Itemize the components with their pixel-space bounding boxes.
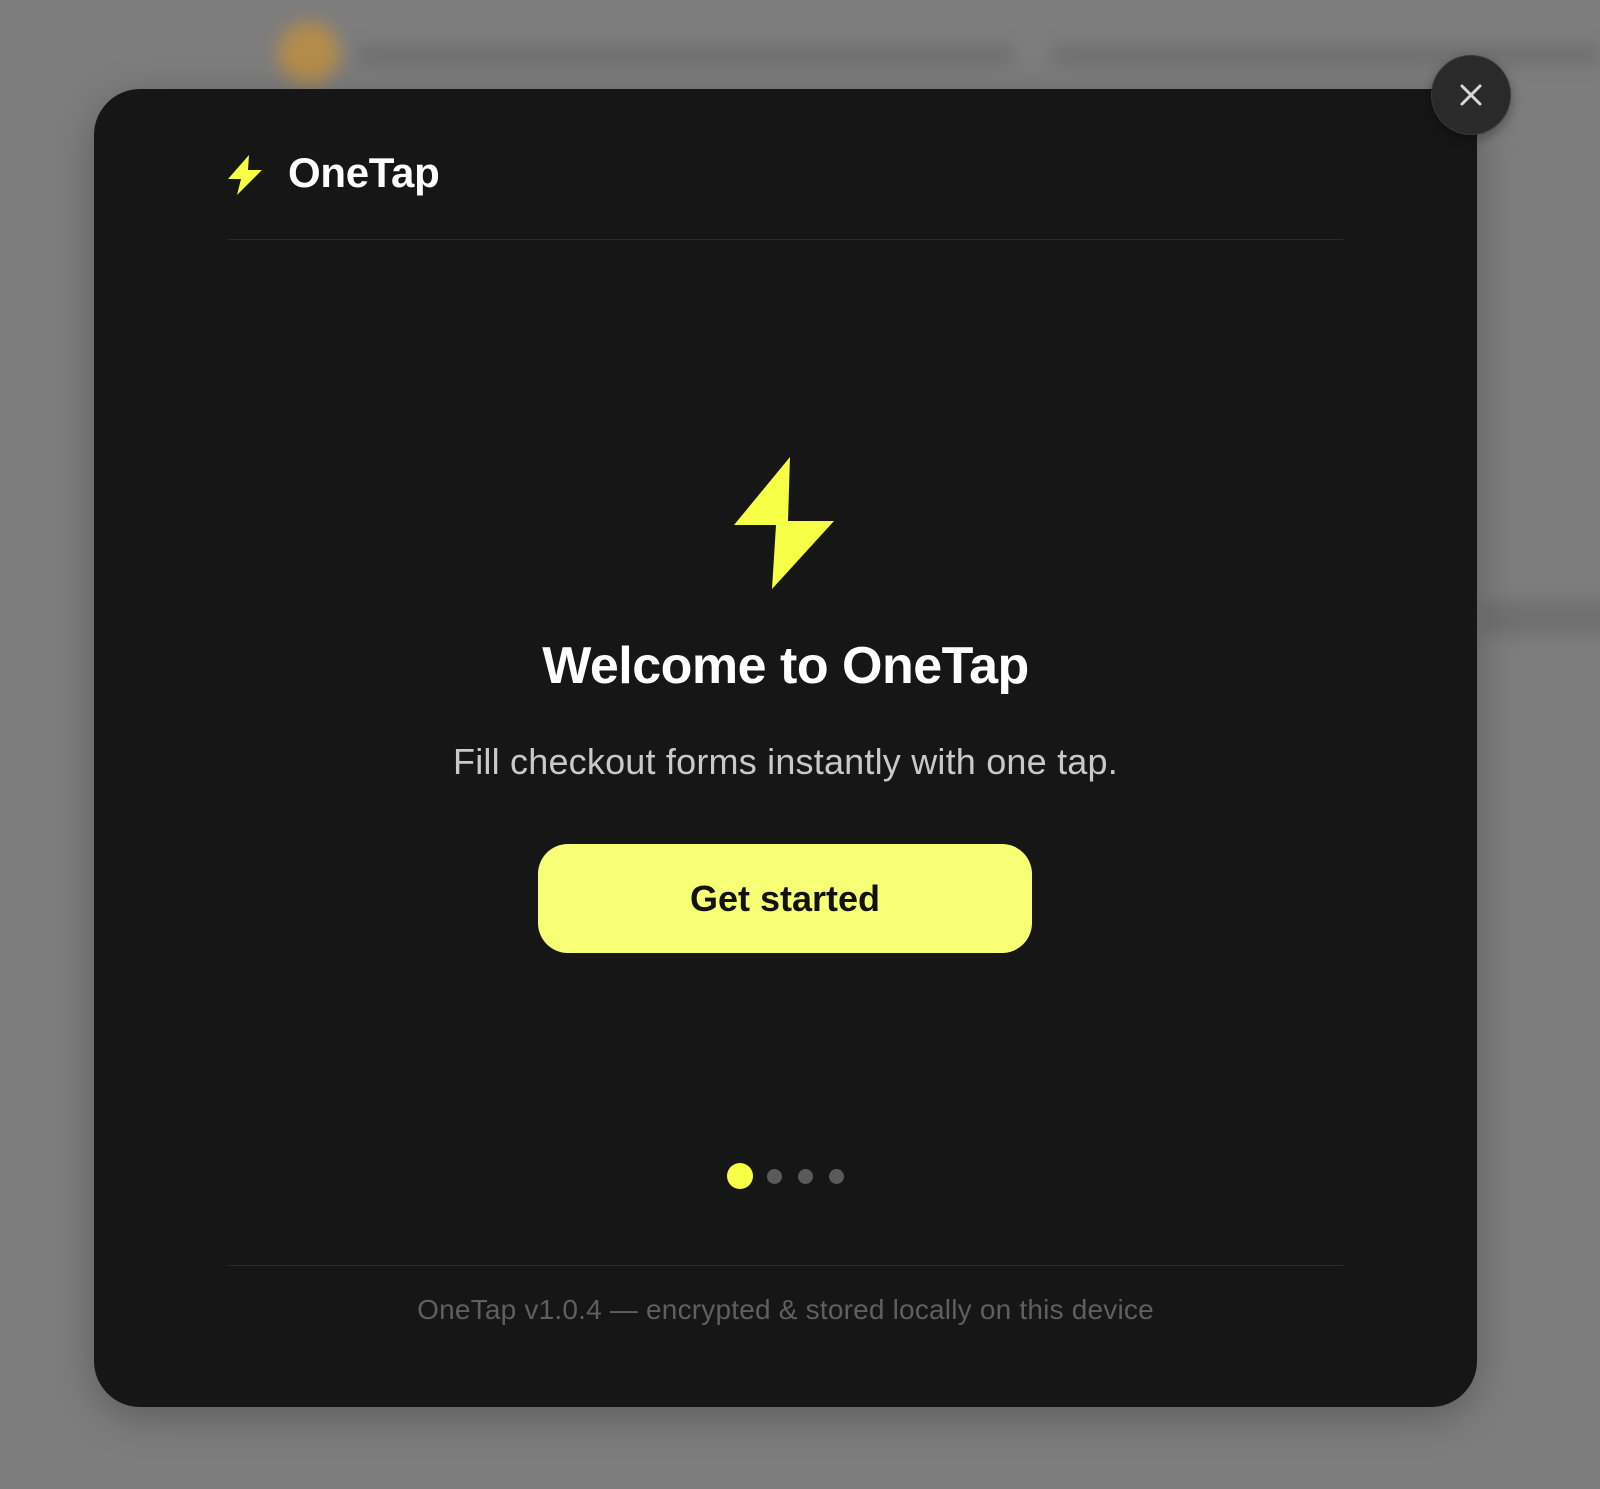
- lightning-bolt-icon: [734, 457, 834, 589]
- welcome-subtitle: Fill checkout forms instantly with one t…: [453, 741, 1118, 782]
- get-started-button[interactable]: Get started: [538, 844, 1032, 953]
- background-text-blur: [355, 44, 1015, 66]
- close-button[interactable]: [1431, 55, 1511, 135]
- background-avatar-blur: [278, 22, 340, 84]
- lightning-bolt-icon: [228, 155, 262, 195]
- pager-dot-active[interactable]: [727, 1163, 753, 1189]
- onboarding-modal: OneTap Welcome to OneTap Fill checkout f…: [94, 89, 1477, 1407]
- background-text-blur: [1480, 600, 1600, 636]
- app-name: OneTap: [288, 149, 440, 196]
- background-text-blur: [1050, 44, 1600, 66]
- welcome-title: Welcome to OneTap: [542, 637, 1029, 695]
- footer-text: OneTap v1.0.4 — encrypted & stored local…: [417, 1294, 1154, 1325]
- pager-dot[interactable]: [798, 1168, 813, 1184]
- pager-dot[interactable]: [829, 1168, 844, 1184]
- pager-dot[interactable]: [767, 1168, 782, 1184]
- footer-note: OneTap v1.0.4 — encrypted & stored local…: [228, 1265, 1343, 1326]
- modal-header: OneTap: [228, 143, 1343, 240]
- close-icon: [1460, 84, 1482, 106]
- onboarding-pager: [94, 1163, 1477, 1189]
